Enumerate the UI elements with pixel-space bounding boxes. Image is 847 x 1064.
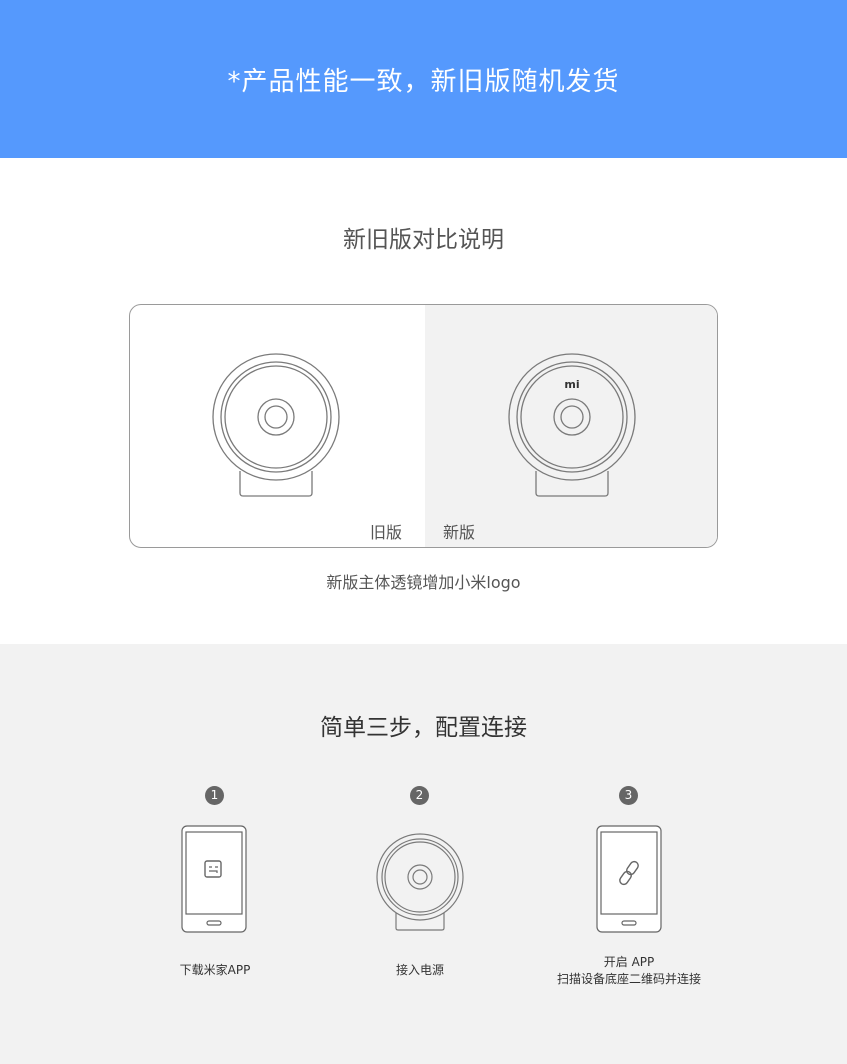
- old-version-label: 旧版: [370, 523, 403, 542]
- phone-link-icon: [596, 825, 662, 933]
- old-camera-icon: [212, 353, 340, 497]
- comparison-section: 新旧版对比说明 mi 旧版 新版 新版主体透镜增加小米logo: [0, 158, 847, 644]
- phone-mijia-app-icon: [181, 825, 247, 933]
- steps-title: 简单三步，配置连接: [320, 715, 527, 741]
- new-camera-icon: mi: [508, 353, 636, 497]
- step-3-number: 3: [619, 786, 638, 805]
- comparison-box: mi 旧版 新版: [129, 304, 718, 548]
- camera-power-icon: [376, 833, 464, 931]
- step-1-number: 1: [205, 786, 224, 805]
- banner-text: *产品性能一致，新旧版随机发货: [227, 66, 620, 97]
- comparison-title: 新旧版对比说明: [343, 227, 504, 253]
- comparison-caption: 新版主体透镜增加小米logo: [326, 573, 521, 592]
- top-banner: *产品性能一致，新旧版随机发货: [0, 0, 847, 158]
- step-2-label: 接入电源: [395, 963, 444, 977]
- setup-steps-section: 简单三步，配置连接 1 下载米家APP 2 接入电源 3 开启 APP 扫描设备…: [0, 644, 847, 1064]
- step-3-label-line2: 扫描设备底座二维码并连接: [556, 972, 701, 986]
- new-version-label: 新版: [443, 523, 476, 542]
- step-3-label-line1: 开启 APP: [603, 955, 655, 969]
- step-1-label: 下载米家APP: [179, 963, 251, 977]
- mi-logo: mi: [564, 378, 579, 391]
- step-3-label: 开启 APP 扫描设备底座二维码并连接: [529, 954, 729, 988]
- step-2-number: 2: [410, 786, 429, 805]
